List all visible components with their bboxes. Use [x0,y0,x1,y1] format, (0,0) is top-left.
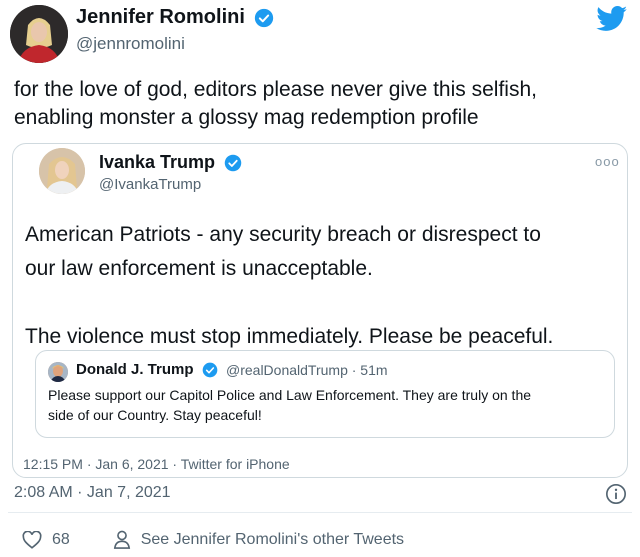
quoted-tweet-text: American Patriots - any security breach … [25,218,615,354]
info-icon[interactable] [605,483,627,505]
quoted-author-name[interactable]: Ivanka Trump [99,152,242,173]
quoted-tweet-card[interactable]: Ivanka Trump @IvankaTrump ooo American P… [12,143,628,478]
author-name[interactable]: Jennifer Romolini [76,6,274,29]
tweet-timestamp[interactable]: 2:08 AM · Jan 7, 2021 [14,484,171,502]
nested-author-handle[interactable]: @realDonaldTrump · 51m [226,362,388,378]
more-options-icon[interactable]: ooo [595,154,620,169]
quoted-tweet-timestamp[interactable]: 12:15 PM · Jan 6, 2021 · Twitter for iPh… [23,456,290,472]
quoted-text-line: American Patriots - any security breach … [25,223,541,246]
nested-avatar-image [48,362,68,382]
author-avatar-image [10,5,68,63]
nested-tweet-text: Please support our Capitol Police and La… [48,385,608,425]
quoted-text-line: The violence must stop immediately. Plea… [25,325,554,348]
like-button[interactable]: 68 [22,531,70,549]
verified-badge-icon [202,362,218,378]
quoted-author-avatar[interactable] [39,148,85,194]
tweet-text-line: enabling monster a glossy mag redemption… [14,106,479,129]
nested-quoted-tweet-card[interactable]: Donald J. Trump @realDonaldTrump · 51m P… [35,350,615,438]
verified-badge-icon [255,8,274,27]
nested-author-name-text[interactable]: Donald J. Trump [76,361,194,378]
twitter-bird-icon[interactable] [596,6,628,32]
heart-icon [22,531,42,549]
tweet-actions: 68 See Jennifer Romolini's other Tweets [22,530,404,550]
see-other-tweets-link[interactable]: See Jennifer Romolini's other Tweets [113,530,404,550]
nested-text-line: Please support our Capitol Police and La… [48,387,532,403]
tweet-text-line: for the love of god, editors please neve… [14,78,537,101]
nested-author-avatar[interactable] [48,362,68,382]
see-other-tweets-label[interactable]: See Jennifer Romolini's other Tweets [141,531,404,549]
quoted-author-name-text[interactable]: Ivanka Trump [99,152,215,172]
verified-badge-icon [224,155,242,172]
author-avatar[interactable] [10,5,68,63]
nested-author-name[interactable]: Donald J. Trump [76,361,218,378]
like-count: 68 [52,531,70,548]
tweet-text: for the love of god, editors please neve… [14,76,624,132]
author-handle[interactable]: @jennromolini [76,34,185,54]
quoted-text-line: our law enforcement is unacceptable. [25,257,373,280]
divider [8,512,632,513]
author-name-text[interactable]: Jennifer Romolini [76,6,245,28]
quoted-author-handle[interactable]: @IvankaTrump [99,176,201,193]
nested-text-line: side of our Country. Stay peaceful! [48,407,262,423]
user-icon [113,530,130,549]
quoted-avatar-image [39,148,85,194]
